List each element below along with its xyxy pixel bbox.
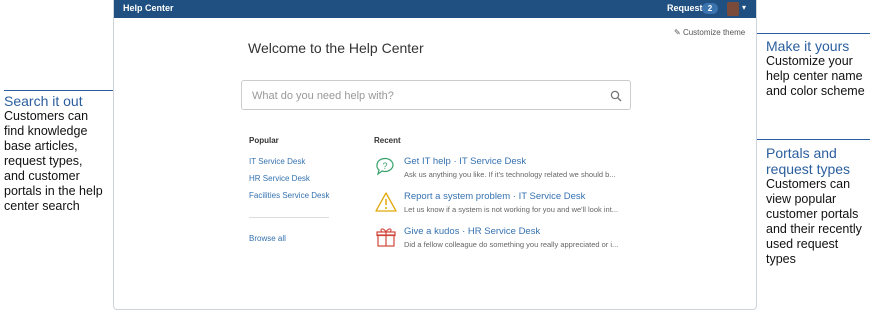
gift-icon <box>374 226 396 248</box>
popular-divider <box>249 217 329 218</box>
callout-line: customer portals <box>766 207 859 221</box>
popular-item-facilities-service-desk[interactable]: Facilities Service Desk <box>249 191 329 200</box>
callout-portals-body: Customers can view popular customer port… <box>766 177 870 267</box>
warning-icon <box>374 191 397 213</box>
callout-theme-title: Make it yours <box>766 38 850 54</box>
callout-line: and customer <box>4 169 80 183</box>
popular-heading: Popular <box>249 136 279 145</box>
recent-item-description: Did a fellow colleague do something you … <box>404 240 619 249</box>
callout-title-line: Portals and <box>766 145 837 161</box>
callout-line: types <box>766 252 796 266</box>
recent-item-description: Ask us anything you like. If it's techno… <box>404 170 616 179</box>
search-box <box>241 80 631 110</box>
recent-item-description: Let us know if a system is not working f… <box>404 205 619 214</box>
callout-line: find knowledge <box>4 124 88 138</box>
search-input[interactable] <box>250 87 594 105</box>
customize-theme-link[interactable]: ✎ Customize theme <box>674 28 745 37</box>
callout-line: base articles, <box>4 139 78 153</box>
svg-text:?: ? <box>382 161 387 171</box>
popular-item-it-service-desk[interactable]: IT Service Desk <box>249 157 305 166</box>
callout-theme: Make it yours Customize your help center… <box>766 38 870 99</box>
callout-line: used request <box>766 237 839 251</box>
user-avatar[interactable] <box>727 2 739 16</box>
top-navigation-bar: Help Center Requests 2 ▾ <box>114 0 756 18</box>
recent-item-title[interactable]: Get IT help · IT Service Desk <box>404 156 526 167</box>
recent-item-title[interactable]: Report a system problem · IT Service Des… <box>404 191 585 202</box>
callout-portals-title: Portals and request types <box>766 145 870 177</box>
customize-theme-label: Customize theme <box>682 28 746 37</box>
callout-portals: Portals and request types Customers can … <box>766 145 870 267</box>
recent-item-title[interactable]: Give a kudos · HR Service Desk <box>404 226 540 237</box>
browse-all-link[interactable]: Browse all <box>249 234 286 243</box>
callout-theme-body: Customize your help center name and colo… <box>766 54 870 99</box>
requests-count-badge: 2 <box>702 3 718 14</box>
recent-heading: Recent <box>374 136 401 145</box>
chevron-down-icon[interactable]: ▾ <box>742 3 746 12</box>
callout-line: and their recently <box>766 222 862 236</box>
callout-line: Customers can <box>766 177 851 191</box>
search-icon[interactable] <box>610 89 622 107</box>
callout-search-body: Customers can find knowledge base articl… <box>4 109 114 214</box>
help-center-window: Help Center Requests 2 ▾ ✎ Customize the… <box>113 0 757 310</box>
popular-item-hr-service-desk[interactable]: HR Service Desk <box>249 174 310 183</box>
callout-line: and color scheme <box>766 84 865 98</box>
chat-question-icon: ? <box>374 156 396 178</box>
callout-search: Search it out Customers can find knowled… <box>4 93 114 214</box>
callout-theme-leader <box>757 33 870 34</box>
callout-title-line: request types <box>766 161 851 177</box>
page-title: Welcome to the Help Center <box>248 40 424 56</box>
callout-search-title: Search it out <box>4 93 83 109</box>
callout-line: Customers can <box>4 109 89 123</box>
callout-line: portals in the help <box>4 184 103 198</box>
callout-line: request types, <box>4 154 83 168</box>
callout-line: Customize your <box>766 54 853 68</box>
callout-line: center search <box>4 199 80 213</box>
callout-line: help center name <box>766 69 863 83</box>
callout-line: view popular <box>766 192 837 206</box>
pencil-icon: ✎ <box>674 28 681 37</box>
help-center-logo-link[interactable]: Help Center <box>123 3 174 13</box>
